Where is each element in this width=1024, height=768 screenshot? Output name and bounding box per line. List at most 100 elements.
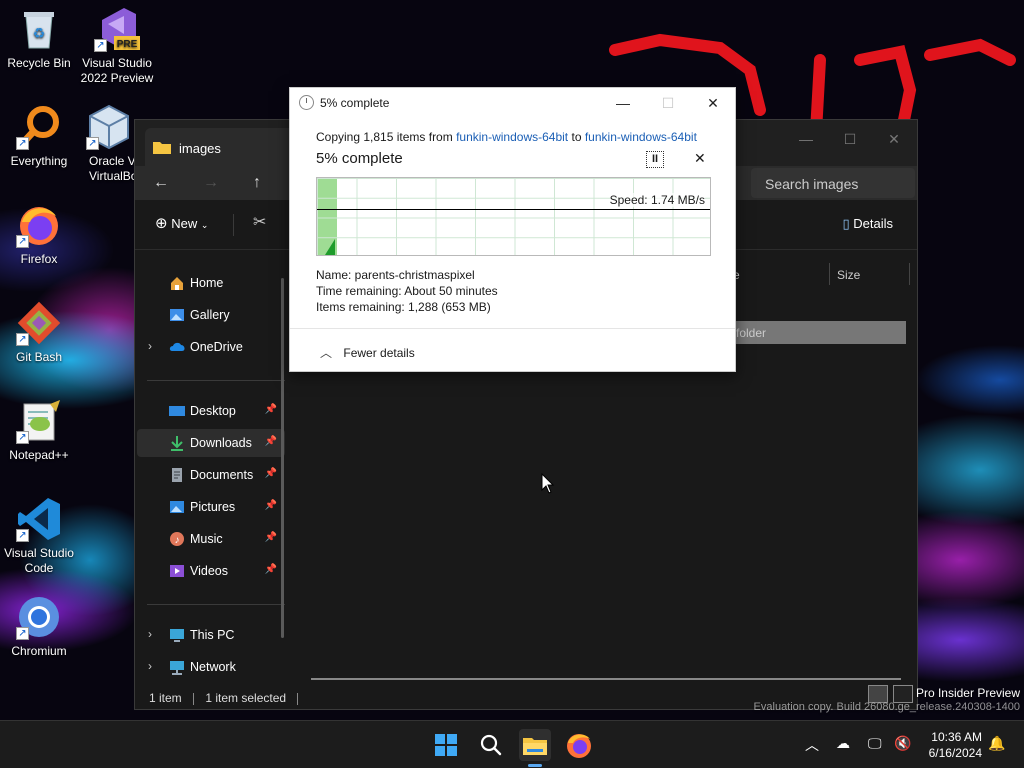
clock-icon	[299, 95, 314, 110]
search-icon	[480, 734, 502, 756]
desktop-icon-oracle-virtualbox[interactable]: ↗ Oracle V VirtualBo	[78, 104, 140, 184]
pin-icon[interactable]: 📌	[265, 404, 277, 415]
selected-row-type: folder	[736, 326, 767, 340]
back-arrow-icon[interactable]: ←	[147, 170, 175, 196]
notification-bell-icon[interactable]: 🔔	[988, 735, 1005, 752]
taskbar-time: 10:36 AM	[931, 730, 982, 744]
watermark-line1: Pro Insider Preview	[915, 686, 1020, 700]
column-separator[interactable]	[909, 263, 910, 285]
forward-arrow-icon[interactable]: →	[197, 170, 225, 196]
plus-circle-icon: ⊕	[155, 215, 168, 232]
svg-text:♪: ♪	[175, 535, 180, 546]
desktop-icon-chromium[interactable]: ↗ Chromium	[0, 594, 78, 659]
minimize-button[interactable]: —	[783, 126, 829, 152]
details-pane-icon: ▯	[842, 216, 850, 231]
watermark-line2: Evaluation copy. Build 26080.ge_release.…	[753, 701, 1020, 713]
onedrive-offline-icon[interactable]: ☁	[836, 735, 850, 752]
fewer-details-label: Fewer details	[343, 346, 415, 360]
pin-icon[interactable]: 📌	[265, 500, 277, 511]
items-remaining: Items remaining: 1,288 (653 MB)	[316, 300, 491, 314]
dialog-close-button[interactable]: ✕	[698, 92, 728, 114]
recycle-bin-icon: ♻	[16, 6, 62, 52]
selected-file-row[interactable]: folder	[732, 321, 906, 344]
details-button[interactable]: ▯ Details	[842, 216, 893, 232]
firefox-icon: ↗	[16, 202, 62, 248]
shortcut-arrow-icon: ↗	[86, 137, 99, 150]
column-header: e Size	[733, 263, 911, 287]
explorer-tab[interactable]: images	[145, 128, 295, 166]
desktop-icon-visual-studio-2022-preview[interactable]: PRE ↗ Visual Studio 2022 Preview	[78, 6, 156, 86]
pause-button[interactable]: II	[646, 151, 664, 168]
chromium-icon: ↗	[16, 594, 62, 640]
new-button[interactable]: ⊕ New ⌄	[155, 214, 208, 232]
desktop-icon-firefox[interactable]: ↗ Firefox	[0, 202, 78, 267]
transfer-speed-graph: Speed: 1.74 MB/s	[316, 177, 711, 256]
pin-icon[interactable]: 📌	[265, 436, 277, 447]
desktop-icon-everything[interactable]: ↗ Everything	[0, 104, 78, 169]
cancel-copy-button[interactable]: ✕	[694, 150, 706, 167]
dialog-minimize-button[interactable]: —	[608, 92, 638, 114]
sidebar-item-network[interactable]: › Network	[137, 653, 285, 681]
desktop-icon-vscode[interactable]: ↗ Visual Studio Code	[0, 496, 78, 576]
maximize-button[interactable]: ☐	[827, 126, 873, 152]
status-separator	[297, 692, 299, 705]
windows-evaluation-watermark: Pro Insider Preview Evaluation copy. Bui…	[740, 686, 1020, 714]
sidebar-item-pictures[interactable]: Pictures 📌	[137, 493, 285, 521]
explorer-tab-title: images	[179, 141, 221, 156]
source-folder-link[interactable]: funkin-windows-64bit	[456, 130, 568, 144]
pin-icon[interactable]: 📌	[265, 468, 277, 479]
cut-icon[interactable]: ✂	[253, 212, 266, 232]
chevron-right-icon[interactable]: ›	[148, 627, 152, 641]
network-icon	[169, 659, 185, 675]
pin-icon[interactable]: 📌	[265, 532, 277, 543]
svg-text:PRE: PRE	[117, 39, 138, 50]
network-monitor-icon[interactable]: 🖵	[868, 735, 882, 752]
sidebar-item-music[interactable]: ♪ Music 📌	[137, 525, 285, 553]
sidebar-item-downloads[interactable]: Downloads 📌	[137, 429, 285, 457]
sidebar-item-gallery[interactable]: Gallery	[137, 301, 285, 329]
tray-overflow-chevron-up-icon[interactable]: ︿	[805, 735, 819, 755]
start-button[interactable]	[430, 729, 462, 761]
chevron-right-icon[interactable]: ›	[148, 659, 152, 673]
onedrive-cloud-icon	[169, 339, 185, 355]
sidebar-item-videos[interactable]: Videos 📌	[137, 557, 285, 585]
firefox-icon	[567, 734, 591, 758]
destination-folder-link[interactable]: funkin-windows-64bit	[585, 130, 697, 144]
desktop-icon-recycle-bin[interactable]: ♻ Recycle Bin	[0, 6, 78, 71]
shortcut-arrow-icon: ↗	[16, 627, 29, 640]
nav-pane-scrollbar[interactable]	[281, 278, 284, 638]
sidebar-item-this-pc[interactable]: › This PC	[137, 621, 285, 649]
dialog-title: 5% complete	[320, 96, 390, 110]
sidebar-item-onedrive[interactable]: › OneDrive	[137, 333, 285, 361]
music-icon: ♪	[169, 531, 185, 547]
chevron-up-icon: ︿	[320, 346, 333, 360]
visual-studio-preview-icon: PRE ↗	[94, 6, 140, 52]
desktop-icon-label: Visual Studio 2022 Preview	[80, 56, 154, 85]
horizontal-scrollbar[interactable]	[311, 678, 901, 680]
dialog-titlebar[interactable]: 5% complete — ☐ ✕	[290, 88, 735, 116]
desktop-icon-notepad-plus-plus[interactable]: ↗ Notepad++	[0, 398, 78, 463]
up-arrow-icon[interactable]: ↑	[243, 170, 271, 196]
sidebar-item-documents[interactable]: Documents 📌	[137, 461, 285, 489]
volume-muted-icon[interactable]: 🔇	[894, 735, 911, 752]
taskbar-file-explorer[interactable]	[519, 729, 551, 767]
pin-icon[interactable]: 📌	[265, 564, 277, 575]
chevron-right-icon[interactable]: ›	[148, 339, 152, 353]
taskbar-search-button[interactable]	[475, 729, 507, 761]
fewer-details-toggle[interactable]: ︿ Fewer details	[320, 344, 415, 361]
taskbar-firefox[interactable]	[563, 729, 595, 761]
column-header-size[interactable]: Size	[837, 268, 860, 282]
copy-progress-dialog[interactable]: 5% complete — ☐ ✕ Copying 1,815 items fr…	[289, 87, 736, 372]
desktop-icon-git-bash[interactable]: ↗ Git Bash	[0, 300, 78, 365]
sidebar-item-desktop[interactable]: Desktop 📌	[137, 397, 285, 425]
chevron-down-icon: ⌄	[200, 220, 209, 230]
column-separator[interactable]	[829, 263, 830, 285]
speed-line	[317, 209, 710, 210]
sidebar-item-home[interactable]: Home	[137, 269, 285, 297]
speed-readout: Speed: 1.74 MB/s	[609, 193, 705, 207]
file-explorer-icon	[523, 738, 547, 755]
taskbar-clock[interactable]: 10:36 AM 6/16/2024	[916, 729, 982, 761]
close-button[interactable]: ✕	[871, 126, 917, 152]
search-input[interactable]: Search images	[751, 168, 915, 198]
command-separator	[233, 214, 234, 236]
